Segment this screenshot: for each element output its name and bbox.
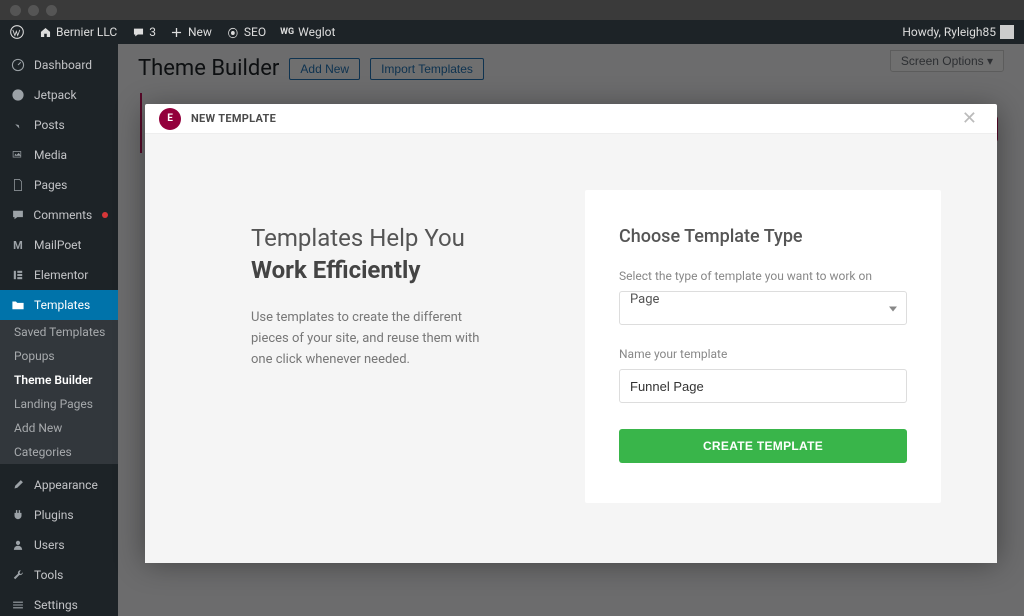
modal-headline-1: Templates Help You [251, 224, 545, 252]
template-name-input[interactable] [619, 369, 907, 403]
ab-seo[interactable]: ⦿ SEO [226, 25, 266, 39]
notification-dot [102, 212, 108, 218]
sidebar-item-media[interactable]: Media [0, 140, 118, 170]
ab-site-name-label: Bernier LLC [56, 25, 117, 39]
wrench-icon [10, 567, 26, 583]
sidebar-label: Media [34, 148, 67, 162]
sidebar-item-elementor[interactable]: Elementor [0, 260, 118, 290]
mailpoet-icon: M [10, 237, 26, 253]
create-template-button[interactable]: CREATE TEMPLATE [619, 429, 907, 463]
elementor-logo-icon: E [159, 108, 181, 130]
user-icon [10, 537, 26, 553]
traffic-light-minimize[interactable] [28, 5, 39, 16]
elementor-icon [10, 267, 26, 283]
wp-admin-bar: Bernier LLC 3 New ⦿ SEO WG Weglot Howdy,… [0, 20, 1024, 44]
modal-overlay[interactable]: E NEW TEMPLATE ✕ Templates Help You Work… [118, 44, 1024, 616]
home-icon [38, 25, 52, 39]
plus-icon [170, 25, 184, 39]
wp-sidebar: Dashboard Jetpack Posts Media Pages Comm… [0, 44, 118, 616]
page-icon [10, 177, 26, 193]
ab-new[interactable]: New [170, 25, 212, 39]
sidebar-sub-landing-pages[interactable]: Landing Pages [0, 392, 118, 416]
wp-content: Screen Options ▾ Theme Builder Add New I… [118, 44, 1024, 616]
avatar [1000, 25, 1014, 39]
sidebar-item-plugins[interactable]: Plugins [0, 500, 118, 530]
traffic-light-zoom[interactable] [46, 5, 57, 16]
ab-comment-count: 3 [149, 25, 156, 39]
ab-comments[interactable]: 3 [131, 25, 156, 39]
modal-header: E NEW TEMPLATE ✕ [145, 104, 997, 134]
sidebar-label: Settings [34, 598, 78, 612]
ab-site-name[interactable]: Bernier LLC [38, 25, 117, 39]
seo-icon: ⦿ [226, 25, 240, 39]
ab-new-label: New [188, 25, 212, 39]
media-icon [10, 147, 26, 163]
weglot-icon: WG [280, 25, 294, 39]
sidebar-item-appearance[interactable]: Appearance [0, 470, 118, 500]
sidebar-label: Templates [34, 298, 90, 312]
sidebar-item-posts[interactable]: Posts [0, 110, 118, 140]
sidebar-sub-add-new[interactable]: Add New [0, 416, 118, 440]
sidebar-label: Appearance [34, 478, 98, 492]
ab-wordpress-logo[interactable] [10, 25, 24, 39]
sidebar-label: Posts [34, 118, 65, 132]
sidebar-sub-categories[interactable]: Categories [0, 440, 118, 464]
template-name-label: Name your template [619, 347, 907, 361]
sidebar-label: MailPoet [34, 238, 81, 252]
sidebar-item-pages[interactable]: Pages [0, 170, 118, 200]
ab-weglot[interactable]: WG Weglot [280, 25, 335, 39]
sidebar-sub-theme-builder[interactable]: Theme Builder [0, 368, 118, 392]
template-type-select[interactable]: Page [619, 291, 907, 325]
sidebar-item-users[interactable]: Users [0, 530, 118, 560]
template-type-label: Select the type of template you want to … [619, 269, 907, 283]
brush-icon [10, 477, 26, 493]
modal-description: Use templates to create the different pi… [251, 308, 481, 370]
sidebar-item-dashboard[interactable]: Dashboard [0, 50, 118, 80]
modal-form-panel: Choose Template Type Select the type of … [585, 190, 941, 503]
sliders-icon [10, 597, 26, 613]
sidebar-label: Plugins [34, 508, 74, 522]
sidebar-label: Jetpack [34, 88, 77, 102]
comment-icon [10, 207, 25, 223]
sidebar-label: Users [34, 538, 65, 552]
close-icon[interactable]: ✕ [956, 104, 983, 133]
ab-weglot-label: Weglot [298, 25, 335, 39]
new-template-modal: E NEW TEMPLATE ✕ Templates Help You Work… [145, 104, 997, 558]
sidebar-label: Dashboard [34, 58, 92, 72]
sidebar-item-tools[interactable]: Tools [0, 560, 118, 590]
sidebar-item-jetpack[interactable]: Jetpack [0, 80, 118, 110]
traffic-light-close[interactable] [10, 5, 21, 16]
sidebar-item-mailpoet[interactable]: M MailPoet [0, 230, 118, 260]
sidebar-sub-saved-templates[interactable]: Saved Templates [0, 320, 118, 344]
sidebar-label: Comments [33, 208, 92, 222]
sidebar-item-comments[interactable]: Comments [0, 200, 118, 230]
folder-icon [10, 297, 26, 313]
pin-icon [10, 117, 26, 133]
ab-seo-label: SEO [244, 25, 266, 39]
sidebar-sub-popups[interactable]: Popups [0, 344, 118, 368]
dashboard-icon [10, 57, 26, 73]
modal-title: NEW TEMPLATE [191, 112, 276, 125]
wordpress-icon [10, 25, 24, 39]
sidebar-label: Elementor [34, 268, 88, 282]
ab-howdy[interactable]: Howdy, Ryleigh85 [902, 25, 1014, 39]
modal-left-pane: Templates Help You Work Efficiently Use … [145, 134, 585, 563]
modal-headline-2: Work Efficiently [251, 256, 545, 284]
plug-icon [10, 507, 26, 523]
sidebar-item-templates[interactable]: Templates [0, 290, 118, 320]
template-type-value: Page [630, 292, 659, 307]
window-titlebar [0, 0, 1024, 20]
jetpack-icon [10, 87, 26, 103]
sidebar-item-settings[interactable]: Settings [0, 590, 118, 616]
sidebar-label: Pages [34, 178, 67, 192]
sidebar-label: Tools [34, 568, 63, 582]
comment-icon [131, 25, 145, 39]
form-title: Choose Template Type [619, 226, 907, 247]
ab-howdy-label: Howdy, Ryleigh85 [902, 25, 996, 39]
